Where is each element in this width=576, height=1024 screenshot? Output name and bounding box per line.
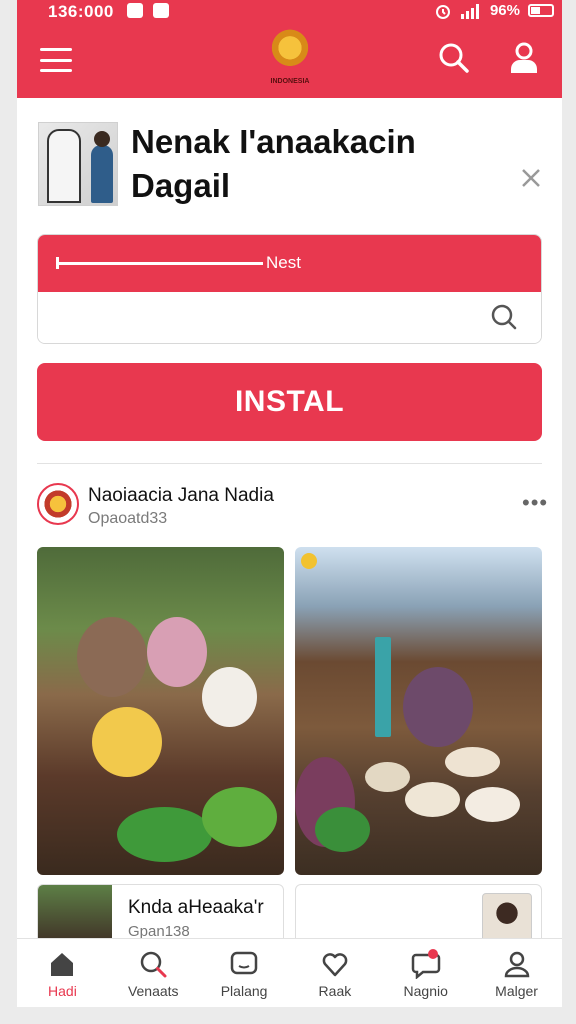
more-options-icon[interactable]: •••: [522, 490, 548, 516]
message-square-icon: [230, 951, 258, 975]
list-item-thumbnail: [482, 893, 532, 943]
nav-label: Nagnio: [403, 983, 448, 999]
logo-text: INDONESIA: [270, 78, 310, 85]
post-photo-village[interactable]: [295, 547, 542, 875]
search-icon[interactable]: [437, 40, 471, 76]
hero-thumbnail: [38, 122, 118, 206]
app-frame: 136:000 96% INDONESIA Nenak I'anaakacin …: [17, 0, 562, 1007]
title-line-2: Dagail: [131, 167, 231, 204]
search-band: Nest: [38, 235, 541, 292]
badge-dot: [301, 553, 317, 569]
battery-icon: [528, 4, 554, 17]
page-title: Nenak I'anaakacin Dagail: [131, 120, 461, 208]
search-input[interactable]: [38, 292, 541, 343]
status-time: 136:000: [48, 2, 114, 21]
signal-icon: [460, 3, 479, 19]
alarm-icon: [435, 4, 450, 19]
list-item[interactable]: [295, 884, 542, 944]
post-author[interactable]: Naoiaacia Jana Nadia: [88, 485, 274, 507]
bottom-nav: Hadi Venaats Plalang Raak Nagnio Malger: [17, 938, 562, 1007]
search-field-icon[interactable]: [490, 303, 518, 331]
nav-item-search[interactable]: Venaats: [108, 939, 199, 1007]
post-subtitle: Opaoatd33: [88, 510, 168, 527]
notification-icon: [127, 3, 143, 18]
avatar[interactable]: [37, 483, 79, 525]
menu-icon: [40, 48, 72, 51]
progress-line: [56, 262, 263, 265]
nav-item-home[interactable]: Hadi: [17, 939, 108, 1007]
garuda-emblem-icon: [268, 28, 312, 72]
home-icon: [51, 953, 74, 976]
nav-item-profile[interactable]: Malger: [471, 939, 562, 1007]
user-icon: [504, 951, 529, 978]
list-item-thumbnail: [38, 885, 112, 943]
search-band-label: Nest: [266, 253, 301, 272]
divider: [37, 463, 542, 464]
nav-label: Raak: [318, 983, 352, 999]
status-right: 96%: [434, 2, 554, 19]
nav-item-chat[interactable]: Nagnio: [380, 939, 471, 1007]
search-card: Nest: [37, 234, 542, 344]
heart-icon: [322, 953, 348, 977]
nav-item-messages[interactable]: Plalang: [199, 939, 290, 1007]
message-icon: [153, 3, 169, 18]
title-line-1: Nenak I'anaakacin: [131, 123, 416, 160]
menu-button[interactable]: [40, 48, 72, 72]
app-logo: INDONESIA: [260, 28, 320, 92]
post-photo-market[interactable]: [37, 547, 284, 875]
profile-icon[interactable]: [507, 40, 541, 76]
nav-label: Hadi: [48, 983, 77, 999]
nav-label: Plalang: [220, 983, 268, 999]
install-button[interactable]: INSTAL: [37, 363, 542, 441]
close-icon[interactable]: [519, 166, 543, 190]
battery-percent: 96%: [489, 2, 520, 19]
nav-item-favorites[interactable]: Raak: [289, 939, 380, 1007]
nav-label: Venaats: [127, 983, 179, 999]
search-icon: [140, 951, 167, 978]
list-item-title: Knda aHeaaka'r: [128, 897, 264, 918]
app-header: 136:000 96% INDONESIA: [17, 0, 562, 98]
nav-label: Malger: [495, 983, 538, 999]
list-item[interactable]: Knda aHeaaka'r Gpan138: [37, 884, 284, 944]
